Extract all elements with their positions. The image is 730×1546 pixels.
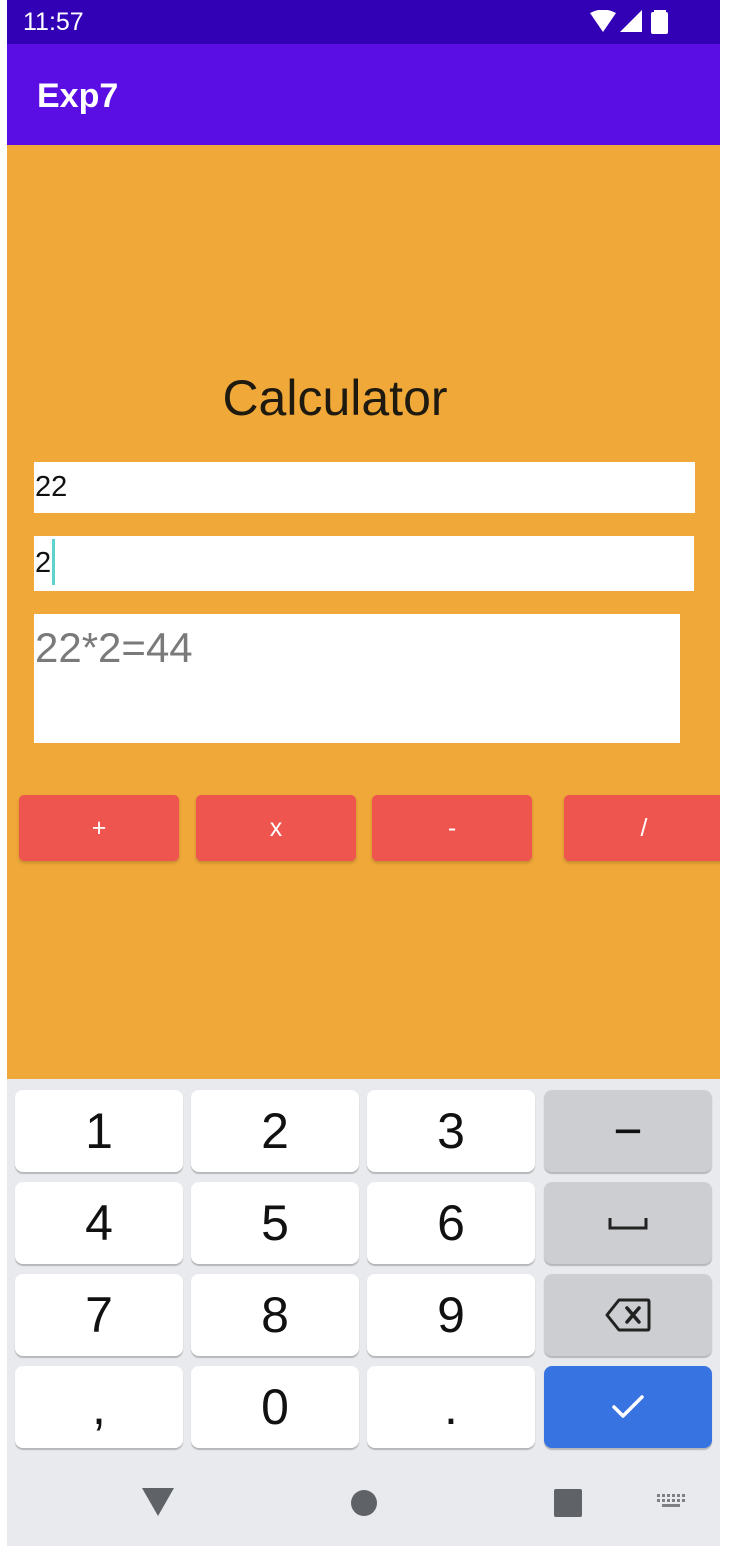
key-9[interactable]: 9 [367,1274,535,1356]
first-number-value: 22 [35,471,68,503]
key-5[interactable]: 5 [191,1182,359,1264]
key-minus[interactable]: − [544,1090,712,1172]
space-key[interactable] [544,1182,712,1264]
recents-icon[interactable] [554,1489,582,1517]
check-icon [612,1395,644,1418]
keyboard-switch-icon[interactable] [657,1494,687,1508]
page-title: Calculator [222,370,448,426]
key-period[interactable]: . [367,1366,535,1448]
app-bar: Exp7 [7,44,720,145]
back-icon[interactable] [142,1488,174,1516]
wifi-icon [590,9,616,32]
app-title: Exp7 [37,77,119,115]
key-0[interactable]: 0 [191,1366,359,1448]
signal-icon [620,10,642,32]
status-icons [590,9,672,34]
key-2[interactable]: 2 [191,1090,359,1172]
subtract-button[interactable]: - [372,795,532,861]
result-text: 22*2=44 [35,624,193,671]
divide-button[interactable]: / [564,795,720,861]
first-number-input[interactable]: 22 [34,462,695,513]
key-7[interactable]: 7 [15,1274,183,1356]
status-time: 11:57 [23,8,84,36]
multiply-button[interactable]: x [196,795,356,861]
done-key[interactable] [544,1366,712,1448]
status-bar: 11:57 [7,0,720,44]
phone-screen: 11:57 Exp7 Calculator 22 2 22*2=44 + x -… [7,0,720,1546]
key-3[interactable]: 3 [367,1090,535,1172]
backspace-key[interactable] [544,1274,712,1356]
space-icon [608,1218,648,1230]
text-cursor [52,539,56,586]
key-1[interactable]: 1 [15,1090,183,1172]
home-icon[interactable] [350,1489,378,1517]
navigation-bar [7,1465,720,1546]
battery-icon [651,10,668,34]
backspace-icon [605,1298,651,1332]
key-6[interactable]: 6 [367,1182,535,1264]
key-4[interactable]: 4 [15,1182,183,1264]
key-comma[interactable]: , [15,1366,183,1448]
second-number-value: 2 [35,547,52,579]
key-8[interactable]: 8 [191,1274,359,1356]
result-display: 22*2=44 [34,614,680,743]
add-button[interactable]: + [19,795,179,861]
second-number-input[interactable]: 2 [34,536,694,591]
calculator-content: Calculator 22 2 22*2=44 + x - / [7,145,720,1079]
numeric-keyboard: 1 2 3 − 4 5 6 7 8 9 , 0 . [7,1079,720,1465]
